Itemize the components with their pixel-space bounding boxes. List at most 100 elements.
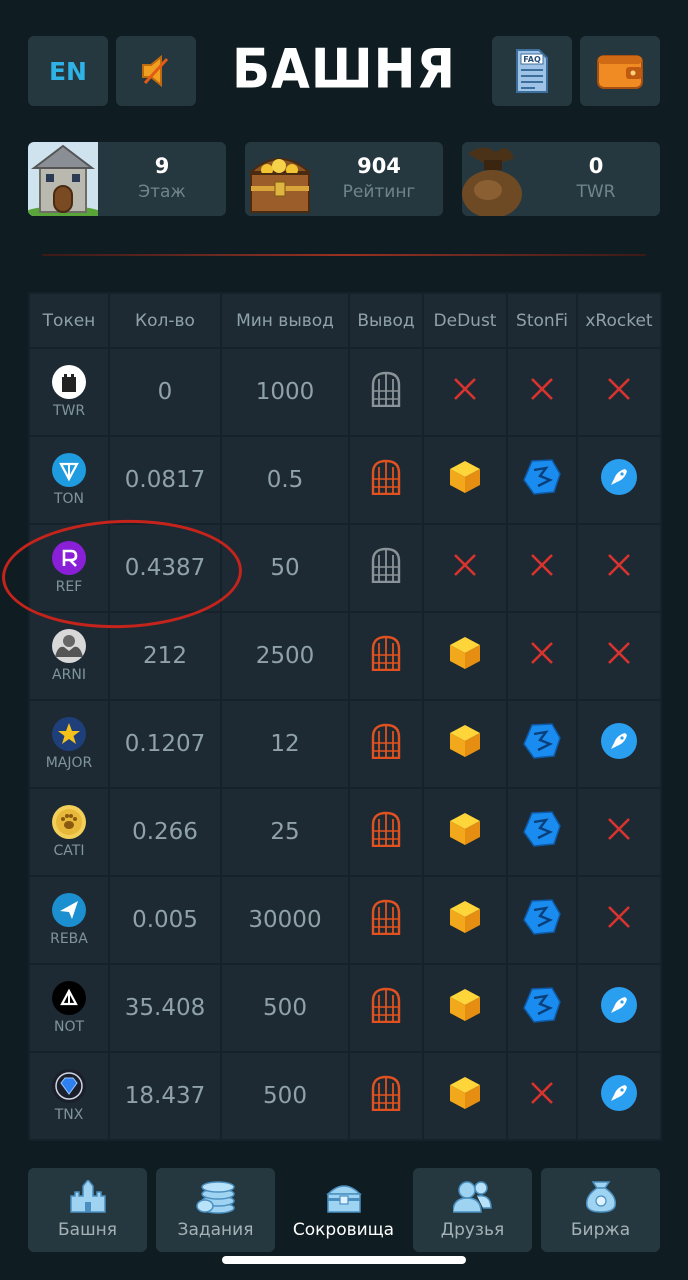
dedust-link[interactable]	[422, 1051, 508, 1141]
money-bag-icon	[462, 142, 532, 216]
withdraw-button[interactable]	[348, 963, 424, 1053]
withdraw-door-icon	[371, 1075, 401, 1111]
not-token-icon	[52, 981, 86, 1015]
dedust-link[interactable]	[422, 699, 508, 789]
xrocket-icon	[601, 1075, 637, 1111]
column-header-xrocket: xRocket	[576, 292, 662, 349]
stonfi-icon	[523, 723, 561, 759]
nav-treasures[interactable]: Сокровища	[284, 1168, 403, 1252]
withdraw-button[interactable]	[348, 347, 424, 437]
token-amount: 0	[108, 347, 222, 437]
dedust-cube-icon	[450, 725, 480, 757]
bottom-nav: Башня Задания Сокровища Друзья Биржа	[28, 1168, 660, 1252]
stonfi-link[interactable]	[506, 435, 578, 525]
withdraw-button[interactable]	[348, 1051, 424, 1141]
faq-document-icon: FAQ	[516, 49, 548, 93]
arni-token-icon	[52, 629, 86, 663]
floor-value: 9	[154, 154, 170, 178]
dedust-link[interactable]	[422, 875, 508, 965]
withdraw-door-disabled-icon	[371, 371, 401, 407]
withdraw-button[interactable]	[348, 699, 424, 789]
faq-button[interactable]: FAQ	[492, 36, 572, 106]
xrocket-link[interactable]	[576, 435, 662, 525]
xrocket-link[interactable]	[576, 611, 662, 701]
stonfi-link[interactable]	[506, 347, 578, 437]
nav-tasks[interactable]: Задания	[156, 1168, 275, 1252]
token-row-major: MAJOR 0.1207 12	[28, 699, 662, 789]
dedust-link[interactable]	[422, 347, 508, 437]
token-cell: TNX	[28, 1051, 110, 1141]
ref-token-icon	[52, 541, 86, 575]
tokens-table: Токен Кол-во Мин вывод Вывод DeDust Ston…	[28, 292, 662, 1141]
home-indicator	[222, 1256, 466, 1264]
dedust-link[interactable]	[422, 523, 508, 613]
floor-label: Этаж	[138, 182, 186, 202]
dedust-cube-icon	[450, 1077, 480, 1109]
xrocket-link[interactable]	[576, 787, 662, 877]
wallet-button[interactable]	[580, 36, 660, 106]
token-min-withdraw: 500	[220, 1051, 350, 1141]
nav-exchange[interactable]: Биржа	[541, 1168, 660, 1252]
withdraw-button[interactable]	[348, 875, 424, 965]
xrocket-link[interactable]	[576, 875, 662, 965]
token-cell: NOT	[28, 963, 110, 1053]
token-min-withdraw: 30000	[220, 875, 350, 965]
friends-icon	[452, 1181, 492, 1213]
token-cell: MAJOR	[28, 699, 110, 789]
token-row-reba: REBA 0.005 30000	[28, 875, 662, 965]
floor-stat-card: 9 Этаж	[28, 142, 226, 216]
stonfi-link[interactable]	[506, 1051, 578, 1141]
stonfi-icon	[523, 811, 561, 847]
twr-value: 0	[588, 154, 604, 178]
tower-icon	[28, 142, 98, 216]
faq-icon-text: FAQ	[523, 55, 541, 64]
dedust-link[interactable]	[422, 435, 508, 525]
nav-tower[interactable]: Башня	[28, 1168, 147, 1252]
treasure-chest-nav-icon	[325, 1185, 362, 1213]
unavailable-cross-icon	[531, 554, 553, 576]
stonfi-link[interactable]	[506, 963, 578, 1053]
tnx-token-icon	[52, 1069, 86, 1103]
stonfi-link[interactable]	[506, 699, 578, 789]
unavailable-cross-icon	[608, 642, 630, 664]
token-row-ton: TON 0.0817 0.5	[28, 435, 662, 525]
dedust-link[interactable]	[422, 787, 508, 877]
withdraw-button[interactable]	[348, 523, 424, 613]
column-header-token: Токен	[28, 292, 110, 349]
token-amount: 212	[108, 611, 222, 701]
stonfi-link[interactable]	[506, 611, 578, 701]
rating-value: 904	[357, 154, 401, 178]
token-name: TWR	[52, 403, 86, 419]
unavailable-cross-icon	[531, 642, 553, 664]
token-amount: 0.1207	[108, 699, 222, 789]
twr-label: TWR	[576, 182, 616, 202]
token-name: MAJOR	[45, 755, 93, 771]
xrocket-link[interactable]	[576, 347, 662, 437]
unavailable-cross-icon	[608, 818, 630, 840]
cati-token-icon	[52, 805, 86, 839]
withdraw-door-icon	[371, 987, 401, 1023]
twr-token-icon	[52, 365, 86, 399]
dedust-link[interactable]	[422, 611, 508, 701]
column-header-withdraw: Вывод	[348, 292, 424, 349]
token-name: CATI	[53, 843, 85, 859]
xrocket-link[interactable]	[576, 963, 662, 1053]
xrocket-icon	[601, 987, 637, 1023]
stonfi-link[interactable]	[506, 523, 578, 613]
withdraw-button[interactable]	[348, 787, 424, 877]
unavailable-cross-icon	[531, 378, 553, 400]
stonfi-link[interactable]	[506, 875, 578, 965]
rating-stat-card: 904 Рейтинг	[245, 142, 443, 216]
nav-friends[interactable]: Друзья	[413, 1168, 532, 1252]
xrocket-icon	[601, 723, 637, 759]
xrocket-link[interactable]	[576, 523, 662, 613]
stonfi-link[interactable]	[506, 787, 578, 877]
withdraw-button[interactable]	[348, 611, 424, 701]
withdraw-button[interactable]	[348, 435, 424, 525]
top-bar: EN БАШНЯ FAQ	[28, 36, 660, 106]
xrocket-link[interactable]	[576, 1051, 662, 1141]
dedust-link[interactable]	[422, 963, 508, 1053]
token-amount: 0.005	[108, 875, 222, 965]
xrocket-link[interactable]	[576, 699, 662, 789]
token-amount: 0.4387	[108, 523, 222, 613]
